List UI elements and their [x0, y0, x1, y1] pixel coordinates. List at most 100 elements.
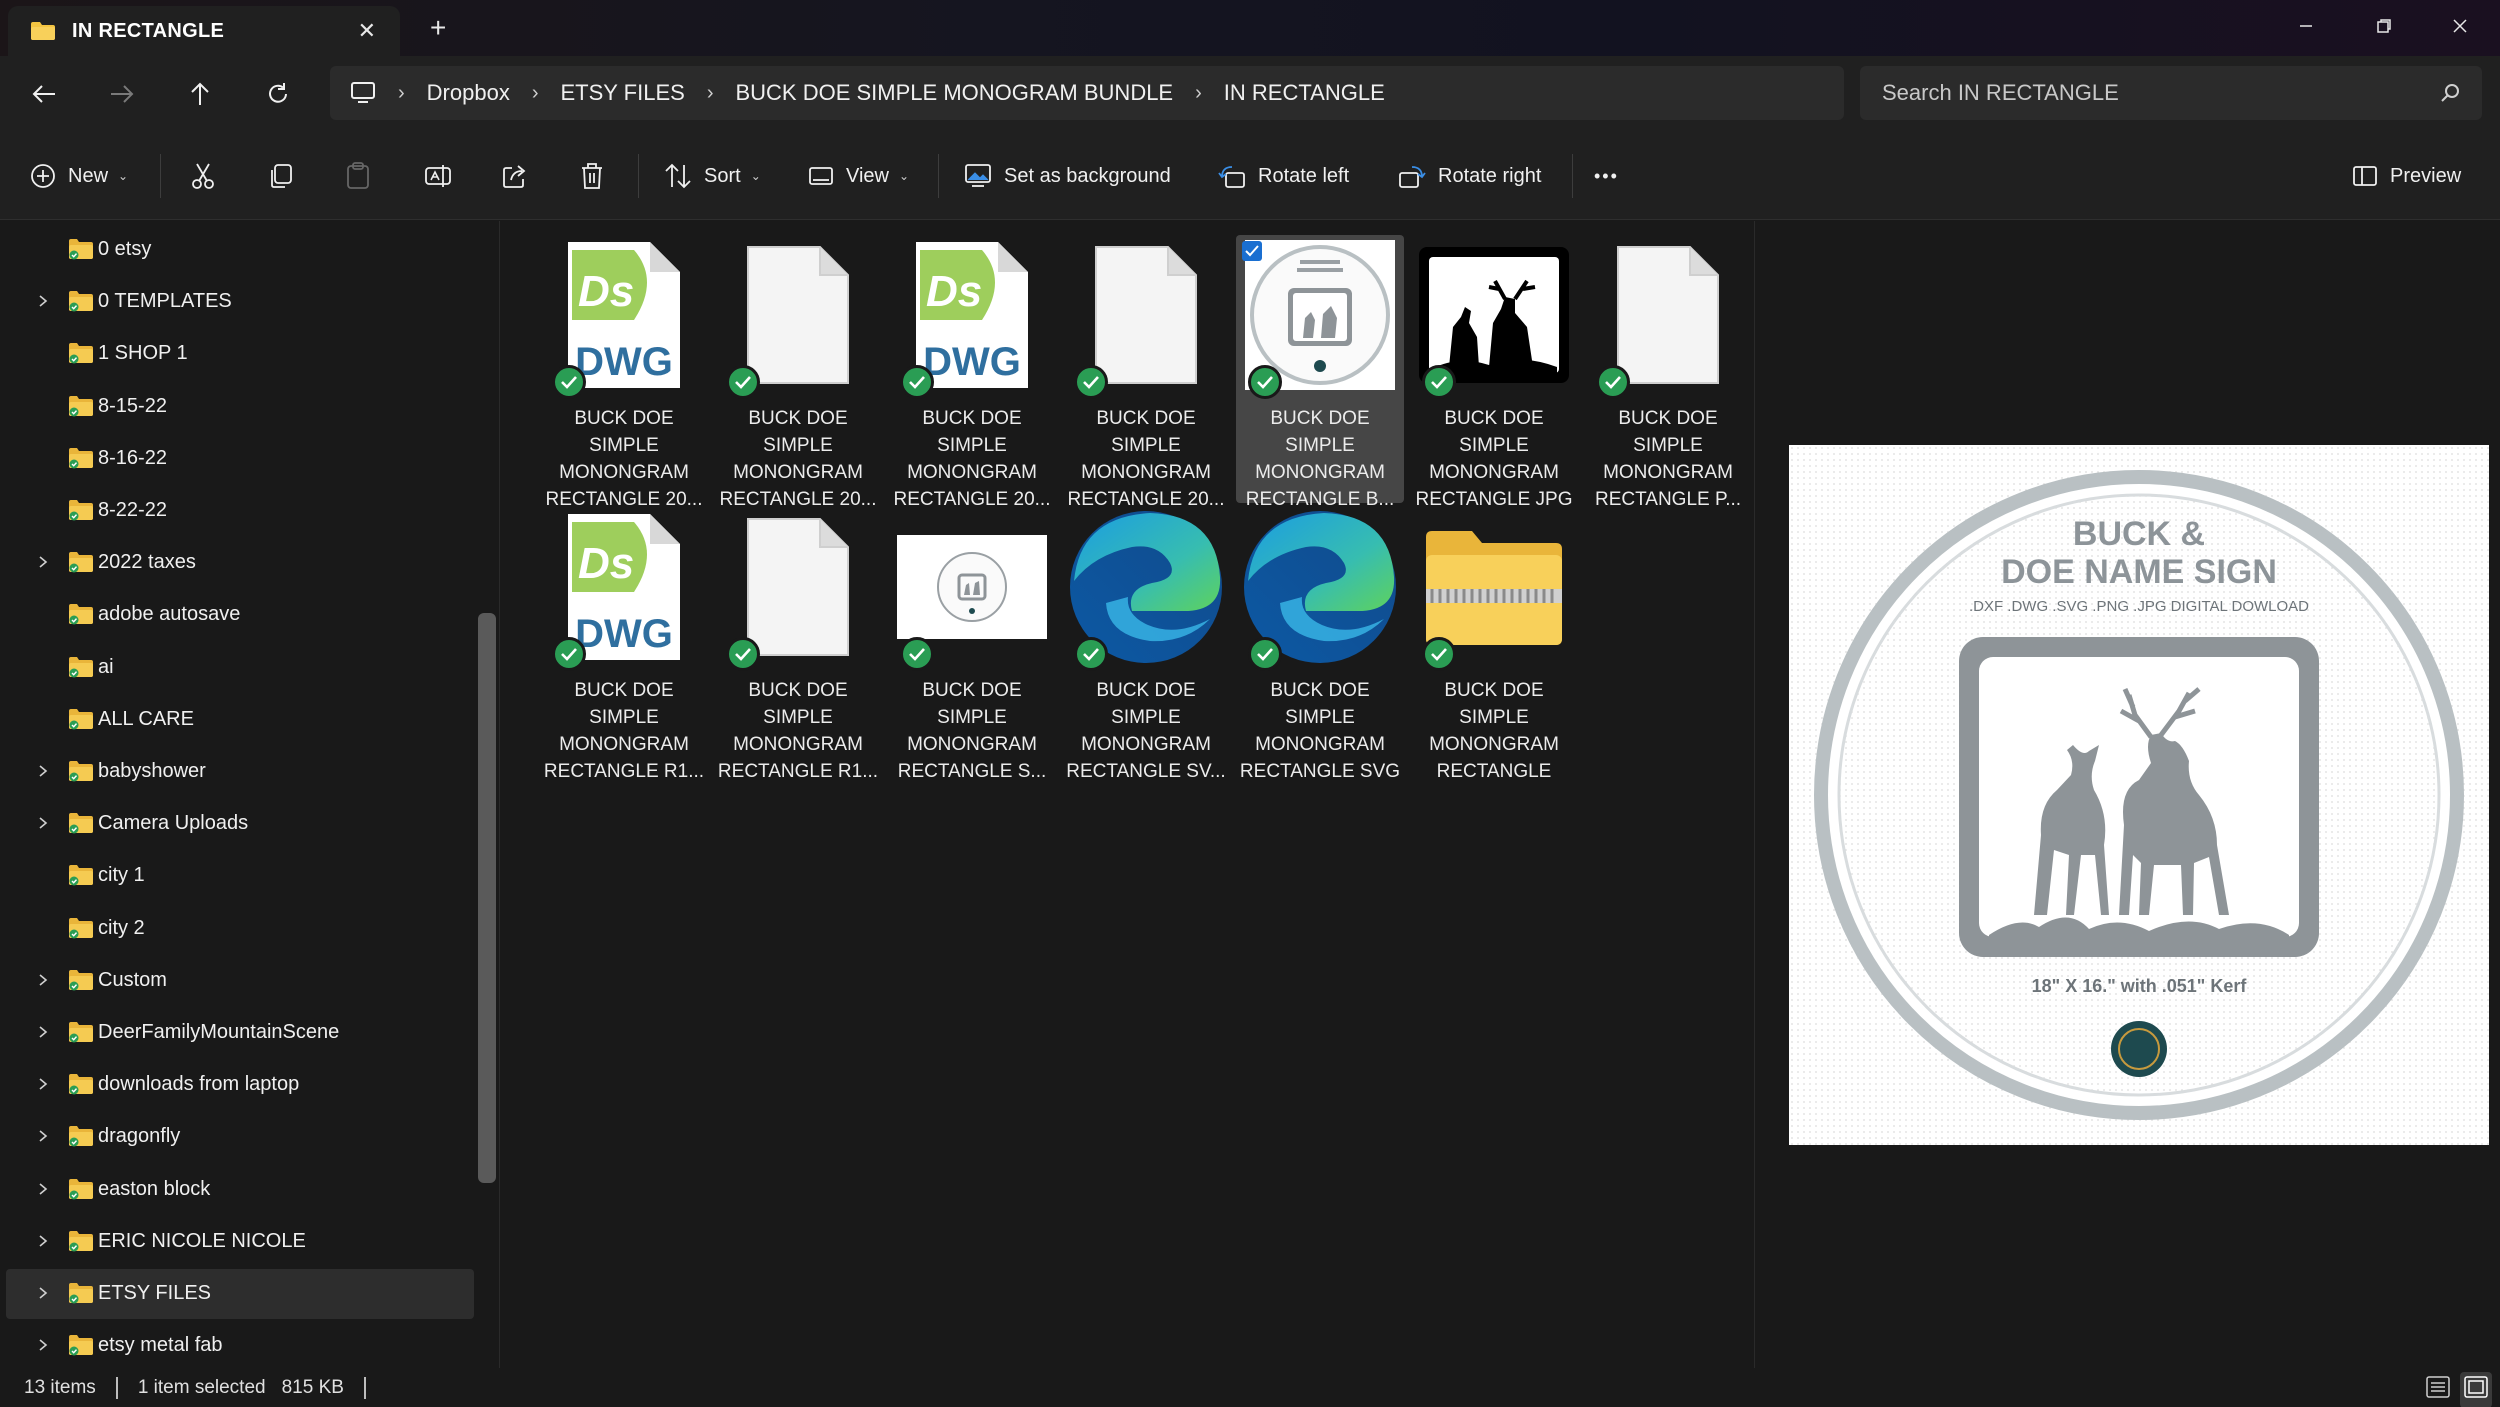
sidebar-item[interactable]: 0 etsy — [6, 225, 474, 275]
chevron-right-icon[interactable] — [36, 294, 50, 308]
file-name-line: BUCK DOE — [922, 408, 1022, 429]
breadcrumb-in-rectangle[interactable]: IN RECTANGLE — [1224, 80, 1385, 106]
up-button[interactable] — [180, 74, 220, 114]
sidebar-item[interactable]: 1 SHOP 1 — [6, 329, 474, 379]
chevron-right-icon[interactable] — [36, 764, 50, 778]
back-button[interactable] — [24, 74, 64, 114]
chevron-right-icon[interactable] — [36, 1286, 50, 1300]
chevron-right-icon[interactable] — [36, 1025, 50, 1039]
breadcrumb-dropbox[interactable]: Dropbox — [427, 80, 510, 106]
chevron-right-icon[interactable] — [36, 1338, 50, 1352]
new-tab-button[interactable]: + — [430, 12, 446, 44]
sidebar-item[interactable]: adobe autosave — [6, 590, 474, 640]
breadcrumb-bundle[interactable]: BUCK DOE SIMPLE MONOGRAM BUNDLE — [735, 80, 1173, 106]
status-bar: 13 items 1 item selected 815 KB — [0, 1368, 2500, 1407]
sidebar-item[interactable]: 8-15-22 — [6, 382, 474, 432]
file-item[interactable]: Ds DWG BUCK DOE SIMPLE MONONGRAM RECTANGLE R1… — [540, 507, 708, 782]
sidebar-item[interactable]: 0 TEMPLATES — [6, 277, 474, 327]
sidebar-item[interactable]: ALL CARE — [6, 695, 474, 745]
folder-icon — [69, 813, 93, 834]
breadcrumb[interactable]: › Dropbox › ETSY FILES › BUCK DOE SIMPLE… — [330, 66, 1844, 120]
search-box[interactable]: Search IN RECTANGLE — [1860, 66, 2482, 120]
file-item[interactable]: BUCK DOE SIMPLE MONONGRAM RECTANGLE 20... — [714, 235, 882, 510]
chevron-right-icon[interactable] — [36, 1129, 50, 1143]
restore-icon — [2377, 19, 2391, 33]
sidebar-item[interactable]: city 2 — [6, 904, 474, 954]
close-window-button[interactable] — [2430, 8, 2490, 44]
new-button[interactable]: New ⌄ — [30, 158, 128, 194]
restore-button[interactable] — [2354, 8, 2414, 44]
file-name-line: MONONGRAM — [1603, 462, 1733, 483]
file-item[interactable]: BUCK DOE SIMPLE MONONGRAM RECTANGLE R1... — [714, 507, 882, 782]
delete-button[interactable] — [580, 158, 604, 194]
file-item[interactable]: BUCK DOE SIMPLE MONONGRAM RECTANGLE SV... — [1062, 507, 1230, 782]
sidebar-item[interactable]: ETSY FILES — [6, 1269, 474, 1319]
refresh-button[interactable] — [258, 74, 298, 114]
selection-checkbox[interactable] — [1242, 241, 1262, 261]
folder-icon — [69, 239, 93, 260]
sidebar-item-label: 8-15-22 — [98, 394, 167, 417]
large-icons-view-button[interactable] — [2460, 1372, 2492, 1407]
file-item[interactable]: BUCK DOE SIMPLE MONONGRAM RECTANGLE B... — [1236, 235, 1404, 510]
tab-close-button[interactable]: ✕ — [358, 18, 376, 44]
share-button[interactable] — [502, 158, 528, 194]
search-input[interactable]: Search IN RECTANGLE — [1882, 80, 2119, 106]
sidebar-item[interactable]: babyshower — [6, 747, 474, 797]
view-button[interactable]: View ⌄ — [808, 158, 909, 194]
chevron-right-icon[interactable] — [36, 973, 50, 987]
sidebar-item[interactable]: ai — [6, 643, 474, 693]
sort-button[interactable]: Sort ⌄ — [664, 158, 761, 194]
details-view-button[interactable] — [2426, 1376, 2450, 1404]
divider — [363, 1376, 366, 1399]
file-item[interactable]: BUCK DOE SIMPLE MONONGRAM RECTANGLE JPG — [1410, 235, 1578, 510]
details-view-icon — [2426, 1376, 2450, 1398]
chevron-right-icon[interactable] — [36, 1182, 50, 1196]
folder-icon — [69, 500, 93, 521]
file-item[interactable]: Ds DWG BUCK DOE SIMPLE MONONGRAM RECTANGLE 20… — [540, 235, 708, 510]
sidebar-item[interactable]: city 1 — [6, 851, 474, 901]
sidebar-scrollbar[interactable] — [478, 613, 496, 1183]
folder-icon — [69, 1074, 93, 1095]
sidebar-item[interactable]: downloads from laptop — [6, 1060, 474, 1110]
sidebar-item[interactable]: DeerFamilyMountainScene — [6, 1008, 474, 1058]
set-as-background-button[interactable]: Set as background — [964, 158, 1171, 194]
file-item[interactable]: BUCK DOE SIMPLE MONONGRAM RECTANGLE SVG — [1236, 507, 1404, 782]
rotate-right-button[interactable]: Rotate right — [1398, 158, 1541, 194]
sidebar-item-label: city 2 — [98, 916, 145, 939]
file-name-line: BUCK DOE — [748, 680, 848, 701]
copy-button[interactable] — [268, 158, 294, 194]
sidebar-item[interactable]: Camera Uploads — [6, 799, 474, 849]
file-item[interactable]: BUCK DOE SIMPLE MONONGRAM RECTANGLE — [1410, 507, 1578, 782]
rename-button[interactable] — [424, 158, 452, 194]
chevron-right-icon[interactable] — [36, 1234, 50, 1248]
see-more-button[interactable]: ••• — [1594, 158, 1619, 194]
file-item[interactable]: Ds DWG BUCK DOE SIMPLE MONONGRAM RECTANGLE 20… — [888, 235, 1056, 510]
rotate-left-button[interactable]: Rotate left — [1218, 158, 1349, 194]
sidebar-item[interactable]: ERIC NICOLE NICOLE — [6, 1217, 474, 1267]
file-item[interactable]: BUCK DOE SIMPLE MONONGRAM RECTANGLE 20... — [1062, 235, 1230, 510]
file-item[interactable]: BUCK DOE SIMPLE MONONGRAM RECTANGLE S... — [888, 507, 1056, 782]
file-item[interactable]: BUCK DOE SIMPLE MONONGRAM RECTANGLE P... — [1584, 235, 1752, 510]
chevron-right-icon[interactable] — [36, 555, 50, 569]
sidebar-item[interactable]: 8-16-22 — [6, 434, 474, 484]
folder-icon — [69, 1022, 93, 1043]
chevron-right-icon[interactable] — [36, 816, 50, 830]
minimize-button[interactable] — [2276, 8, 2336, 44]
sidebar-item[interactable]: Custom — [6, 956, 474, 1006]
active-tab[interactable]: IN RECTANGLE ✕ — [8, 6, 400, 56]
sidebar-item[interactable]: 2022 taxes — [6, 538, 474, 588]
sidebar-item[interactable]: easton block — [6, 1165, 474, 1215]
forward-button[interactable] — [102, 74, 142, 114]
preview-pane-button[interactable]: Preview — [2352, 158, 2461, 194]
dwg-ds-text: Ds — [578, 267, 634, 316]
sidebar-item[interactable]: etsy metal fab — [6, 1321, 474, 1368]
sign-formats: .DXF .DWG .SVG .PNG .JPG DIGITAL DOWLOAD — [1969, 598, 2309, 615]
sidebar-item[interactable]: dragonfly — [6, 1112, 474, 1162]
sidebar-item-label: 8-22-22 — [98, 499, 167, 521]
cut-button[interactable] — [190, 158, 216, 194]
chevron-right-icon[interactable] — [36, 1077, 50, 1091]
paste-button[interactable] — [346, 158, 370, 194]
file-name: BUCK DOE SIMPLE MONONGRAM RECTANGLE 20... — [540, 405, 708, 513]
sidebar-item[interactable]: 8-22-22 — [6, 486, 474, 536]
breadcrumb-etsy-files[interactable]: ETSY FILES — [561, 80, 685, 106]
